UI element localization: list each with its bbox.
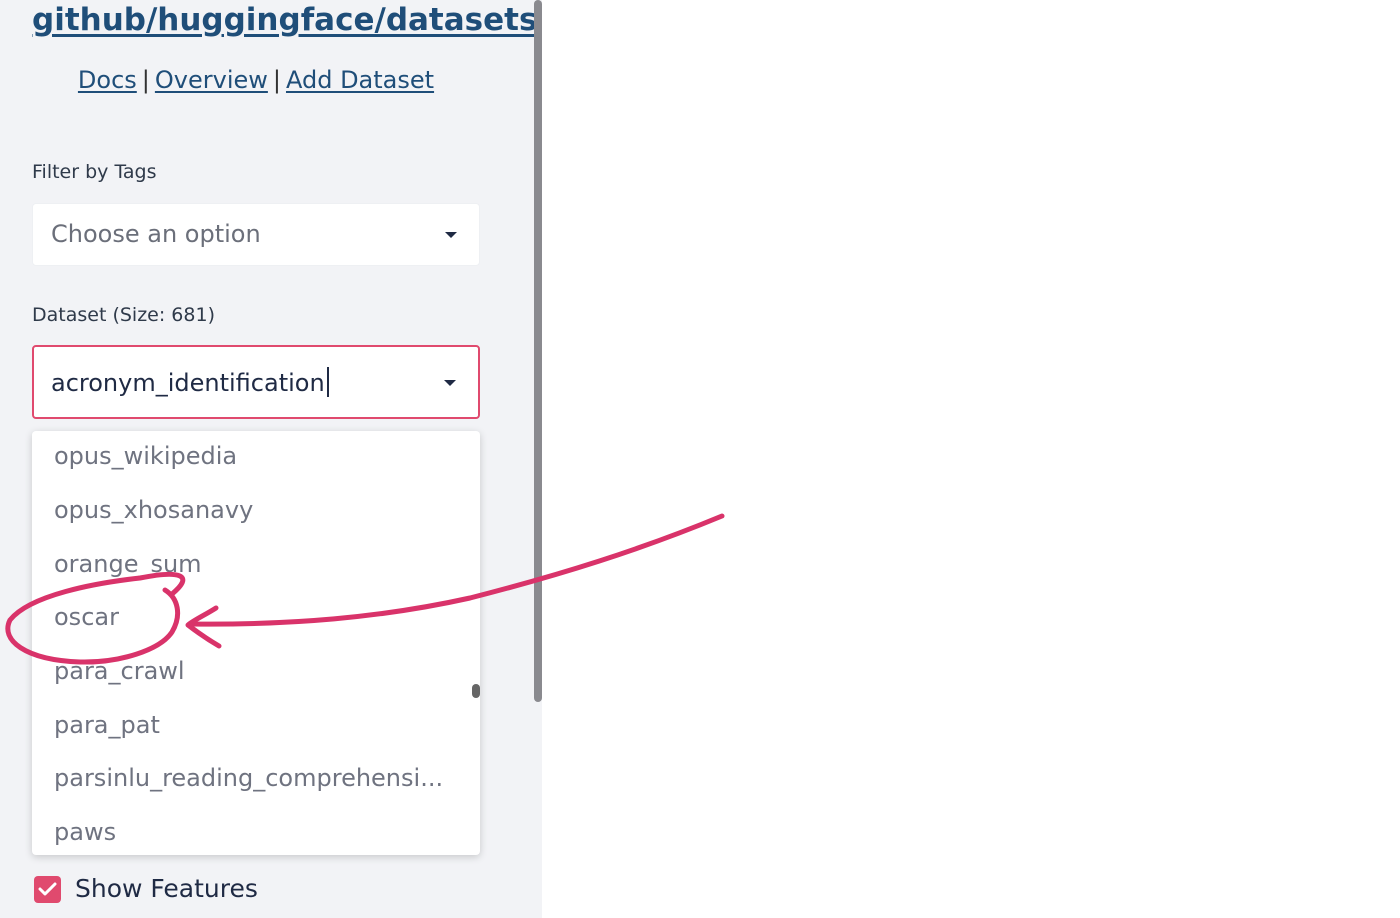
- dataset-dropdown-list[interactable]: opus_wikipedia opus_xhosanavy orange_sum…: [32, 431, 480, 855]
- filter-tags-placeholder: Choose an option: [51, 220, 261, 248]
- text-cursor: [326, 367, 329, 397]
- chevron-down-icon[interactable]: [445, 232, 457, 238]
- dropdown-scrollbar[interactable]: [472, 684, 480, 698]
- overview-link[interactable]: Overview: [155, 66, 268, 94]
- dataset-select-value: acronym_identification: [51, 367, 329, 397]
- dataset-select-input[interactable]: acronym_identification: [32, 345, 480, 419]
- show-features-checkbox[interactable]: [34, 876, 61, 903]
- dropdown-option[interactable]: para_pat: [54, 710, 160, 740]
- dropdown-option[interactable]: paws: [54, 817, 116, 847]
- dataset-label: Dataset (Size: 681): [32, 304, 215, 326]
- repo-link[interactable]: github/huggingface/datasets: [32, 0, 537, 40]
- dropdown-option[interactable]: opus_xhosanavy: [54, 495, 253, 525]
- add-dataset-link[interactable]: Add Dataset: [286, 66, 434, 94]
- sidebar-scrollbar[interactable]: [534, 0, 542, 702]
- filter-tags-label: Filter by Tags: [32, 161, 157, 183]
- show-features-label: Show Features: [75, 874, 258, 903]
- checkmark-icon: [38, 882, 57, 896]
- dropdown-option[interactable]: orange_sum: [54, 549, 202, 579]
- chevron-down-icon[interactable]: [444, 380, 456, 386]
- dropdown-option-oscar[interactable]: oscar: [54, 602, 119, 632]
- nav-separator: |: [272, 66, 281, 94]
- nav-separator: |: [141, 66, 150, 94]
- docs-link[interactable]: Docs: [78, 66, 137, 94]
- dropdown-option[interactable]: opus_wikipedia: [54, 441, 237, 471]
- dropdown-option[interactable]: parsinlu_reading_comprehensi...: [54, 763, 443, 793]
- dropdown-option[interactable]: para_crawl: [54, 656, 185, 686]
- nav-links: Docs | Overview | Add Dataset: [32, 62, 480, 98]
- sidebar: github/huggingface/datasets Docs | Overvie…: [0, 0, 542, 918]
- filter-tags-select[interactable]: Choose an option: [32, 203, 480, 266]
